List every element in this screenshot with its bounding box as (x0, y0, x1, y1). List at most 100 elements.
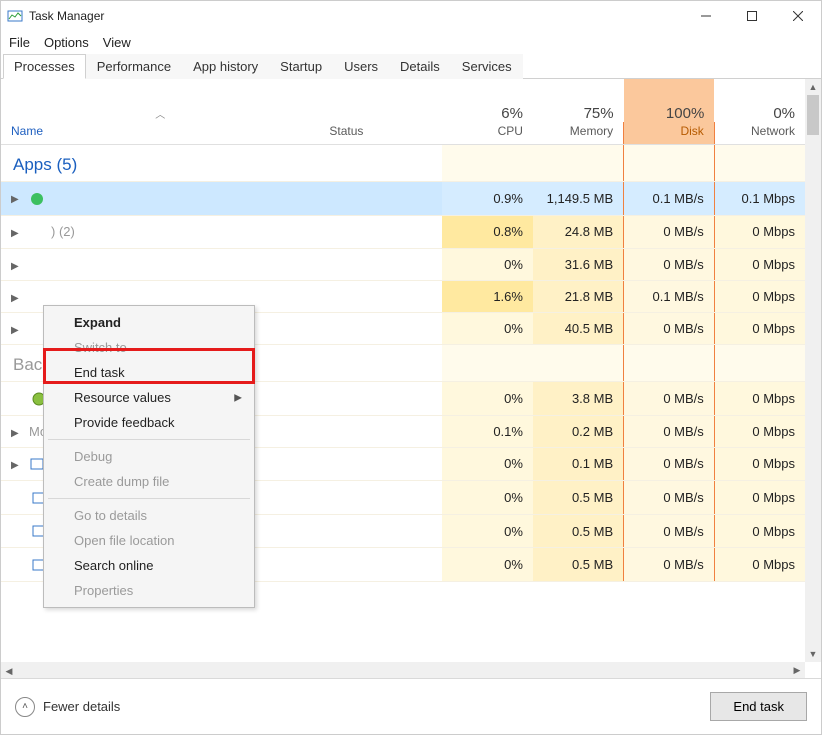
menu-go-to-details: Go to details (46, 503, 252, 528)
task-manager-window: Task Manager File Options View Processes… (0, 0, 822, 735)
scroll-right-icon[interactable]: ▶ (789, 662, 805, 678)
cell-net: 0 Mbps (714, 382, 805, 416)
minimize-button[interactable] (683, 1, 729, 31)
tab-services[interactable]: Services (451, 54, 523, 79)
cell-mem: 21.8 MB (533, 281, 624, 313)
column-name[interactable]: Name (1, 122, 319, 145)
chevron-right-icon[interactable]: ▶ (11, 428, 23, 439)
cell-net: 0 Mbps (714, 415, 805, 447)
section-apps-label: Apps (5) (13, 155, 77, 174)
cell-cpu: 1.6% (442, 281, 533, 313)
tab-startup[interactable]: Startup (269, 54, 333, 79)
cell-cpu: 0% (442, 514, 533, 548)
chevron-right-icon: ▶ (234, 392, 242, 403)
menu-switch-to: Switch to (46, 335, 252, 360)
tab-processes[interactable]: Processes (3, 54, 86, 79)
scroll-up-icon[interactable]: ▲ (805, 79, 821, 95)
horizontal-scrollbar[interactable]: ◀ ▶ (1, 662, 805, 678)
table-row[interactable]: ▶ 0.9% 1,149.5 MB 0.1 MB/s 0.1 Mbps (1, 182, 805, 216)
cell-mem: 1,149.5 MB (533, 182, 624, 216)
section-background-label: Bac (13, 355, 42, 374)
column-status[interactable]: Status (319, 122, 442, 145)
menu-file[interactable]: File (9, 35, 30, 50)
menu-options[interactable]: Options (44, 35, 89, 50)
close-button[interactable] (775, 1, 821, 31)
cell-net: 0 Mbps (714, 249, 805, 281)
cell-cpu: 0% (442, 447, 533, 481)
menu-search-online[interactable]: Search online (46, 553, 252, 578)
tab-details[interactable]: Details (389, 54, 451, 79)
cell-mem: 31.6 MB (533, 249, 624, 281)
cell-net: 0 Mbps (714, 281, 805, 313)
process-icon (29, 224, 45, 240)
chevron-right-icon[interactable]: ▶ (11, 460, 23, 471)
memory-usage-header[interactable]: 75% (533, 79, 624, 122)
menu-separator (48, 439, 250, 440)
column-network[interactable]: Network (714, 122, 805, 145)
column-disk[interactable]: Disk (624, 122, 715, 145)
cell-cpu: 0% (442, 382, 533, 416)
fewer-details-label: Fewer details (43, 699, 120, 714)
section-apps[interactable]: Apps (5) (1, 145, 805, 182)
cell-mem: 0.2 MB (533, 415, 624, 447)
cell-disk: 0 MB/s (624, 313, 715, 345)
cpu-usage-header[interactable]: 6% (442, 79, 533, 122)
menu-resource-values-label: Resource values (74, 390, 171, 405)
menu-separator (48, 498, 250, 499)
table-row[interactable]: ▶ 0% 31.6 MB 0 MB/s 0 Mbps (1, 249, 805, 281)
disk-usage-header[interactable]: 100% (624, 79, 715, 122)
chevron-right-icon[interactable]: ▶ (11, 325, 23, 336)
menu-view[interactable]: View (103, 35, 131, 50)
cell-disk: 0.1 MB/s (624, 182, 715, 216)
cell-cpu: 0.1% (442, 415, 533, 447)
cell-disk: 0 MB/s (624, 249, 715, 281)
footer: ˄ Fewer details End task (1, 678, 821, 734)
end-task-button[interactable]: End task (710, 692, 807, 721)
menu-provide-feedback[interactable]: Provide feedback (46, 410, 252, 435)
cell-net: 0 Mbps (714, 548, 805, 582)
network-usage-header[interactable]: 0% (714, 79, 805, 122)
cell-disk: 0 MB/s (624, 481, 715, 515)
cell-cpu: 0.8% (442, 215, 533, 249)
menu-expand[interactable]: Expand (46, 310, 252, 335)
vertical-scrollbar[interactable]: ▲ ▼ (805, 79, 821, 662)
cell-disk: 0 MB/s (624, 447, 715, 481)
cell-disk: 0 MB/s (624, 215, 715, 249)
chevron-right-icon[interactable]: ▶ (11, 194, 23, 205)
menu-resource-values[interactable]: Resource values ▶ (46, 385, 252, 410)
fewer-details-button[interactable]: ˄ Fewer details (15, 697, 120, 717)
cell-cpu: 0% (442, 548, 533, 582)
process-name: ) (2) (51, 224, 75, 239)
cell-net: 0 Mbps (714, 313, 805, 345)
cell-cpu: 0% (442, 249, 533, 281)
menu-end-task[interactable]: End task (46, 360, 252, 385)
tab-performance[interactable]: Performance (86, 54, 182, 79)
cell-net: 0 Mbps (714, 481, 805, 515)
cell-disk: 0 MB/s (624, 548, 715, 582)
column-cpu[interactable]: CPU (442, 122, 533, 145)
table-row[interactable]: ▶) (2) 0.8% 24.8 MB 0 MB/s 0 Mbps (1, 215, 805, 249)
cell-net: 0 Mbps (714, 447, 805, 481)
titlebar: Task Manager (1, 1, 821, 31)
column-memory[interactable]: Memory (533, 122, 624, 145)
chevron-right-icon[interactable]: ▶ (11, 261, 23, 272)
cell-net: 0 Mbps (714, 514, 805, 548)
tab-bar: Processes Performance App history Startu… (1, 53, 821, 79)
menu-create-dump: Create dump file (46, 469, 252, 494)
chevron-right-icon[interactable]: ▶ (11, 293, 23, 304)
chevron-right-icon[interactable]: ▶ (11, 228, 23, 239)
process-icon (29, 191, 45, 207)
chevron-up-icon: ˄ (15, 697, 35, 717)
scroll-thumb[interactable] (807, 95, 819, 135)
maximize-button[interactable] (729, 1, 775, 31)
cell-net: 0.1 Mbps (714, 182, 805, 216)
window-title: Task Manager (29, 9, 104, 23)
task-manager-icon (7, 8, 23, 24)
cell-mem: 3.8 MB (533, 382, 624, 416)
scroll-down-icon[interactable]: ▼ (805, 646, 821, 662)
cell-mem: 0.5 MB (533, 514, 624, 548)
tab-app-history[interactable]: App history (182, 54, 269, 79)
cell-disk: 0 MB/s (624, 382, 715, 416)
cell-cpu: 0.9% (442, 182, 533, 216)
tab-users[interactable]: Users (333, 54, 389, 79)
